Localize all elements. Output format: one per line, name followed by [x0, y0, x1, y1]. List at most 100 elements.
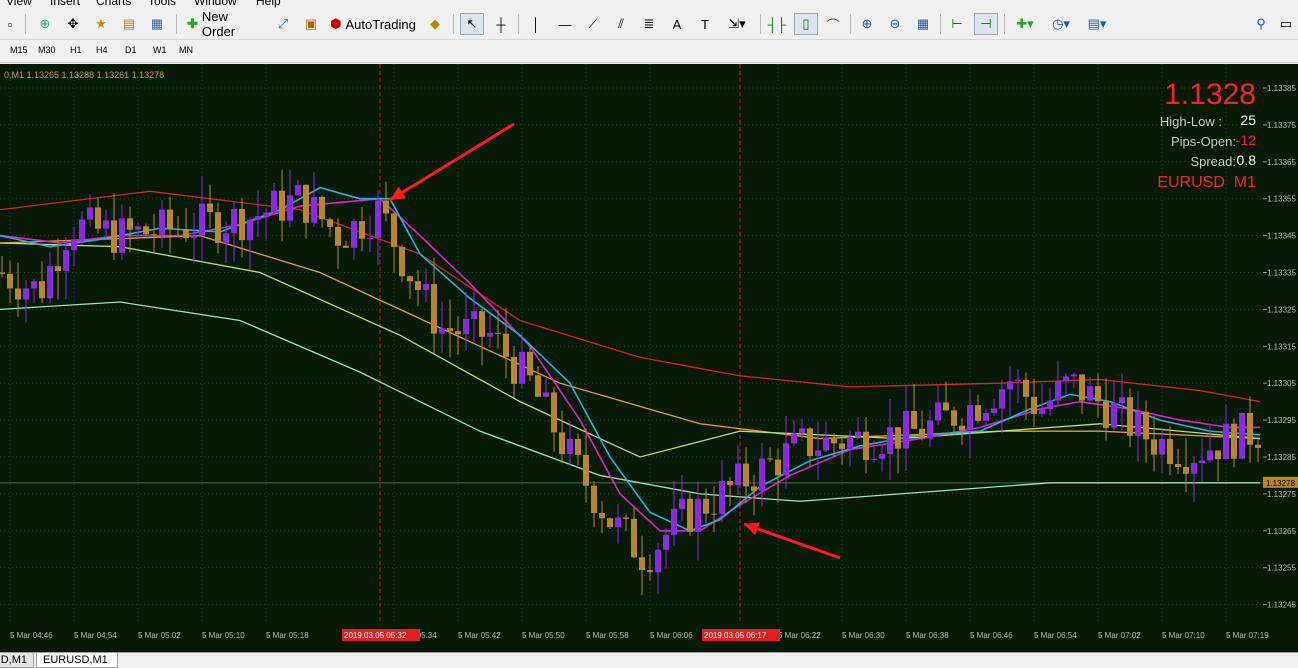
trendline-icon[interactable]: ⟋	[582, 13, 604, 35]
vertical-line-icon[interactable]: │	[526, 13, 546, 35]
timeframe-m15[interactable]: M15	[10, 45, 28, 55]
maximize-icon[interactable]: ▭	[1276, 13, 1296, 35]
autotrading-button[interactable]: ⬢ AutoTrading	[326, 13, 420, 35]
autoscroll-icon[interactable]: ⊣	[974, 13, 998, 35]
menu-tools[interactable]: Tools	[148, 0, 176, 8]
pips-open-value: -12	[1235, 132, 1256, 148]
timeframe-m30[interactable]: M30	[38, 45, 56, 55]
candle-body	[23, 288, 29, 300]
timeframe-h4[interactable]: H4	[96, 45, 108, 55]
candle-body	[1079, 374, 1085, 401]
new-chart-icon[interactable]: ▫	[0, 13, 20, 35]
candle-body	[319, 196, 325, 220]
candle-body	[71, 239, 77, 251]
cursor-icon[interactable]: ↖	[460, 13, 484, 35]
candle-body	[743, 463, 749, 487]
metaeditor-icon[interactable]: ▣	[300, 13, 322, 35]
candle-body	[559, 432, 565, 455]
pips-open-label: Pips-Open:	[1170, 134, 1236, 149]
timeframes-toolbar: M15 M30 H1 H4 D1 W1 MN	[0, 41, 1298, 63]
candle-body	[671, 508, 677, 535]
navigator-icon[interactable]: ✥	[62, 13, 84, 35]
menu-view[interactable]: View	[6, 0, 32, 8]
timeframe-mn[interactable]: MN	[179, 45, 193, 55]
candlestick-icon[interactable]: ▯	[794, 13, 818, 35]
horizontal-line-icon[interactable]: —	[554, 13, 576, 35]
menu-help[interactable]: Help	[256, 0, 281, 8]
search-icon[interactable]: ⚲	[1250, 13, 1272, 35]
candle-body	[631, 518, 637, 558]
market-watch-icon[interactable]: ⊕	[34, 13, 56, 35]
candle-body	[975, 405, 981, 421]
menu-charts[interactable]: Charts	[96, 0, 131, 8]
candle-body	[503, 333, 509, 357]
time-tick-label: 5 Mar 05:50	[522, 631, 565, 640]
candle-body	[591, 485, 597, 514]
time-tick-label: 5 Mar 06:38	[906, 631, 949, 640]
candle-body	[207, 203, 213, 213]
new-order-button[interactable]: ✚ New Order	[182, 9, 266, 39]
standard-toolbar: ▫ ⊕ ✥ ★ ▤ ▦ ✚ New Order ⤢ ▣ ⬢ AutoTradin…	[0, 8, 1298, 40]
periods-icon[interactable]: ◷▾	[1046, 13, 1076, 35]
candle-body	[383, 200, 389, 214]
candle-body	[903, 410, 909, 449]
bar-chart-icon[interactable]: ┤├	[766, 13, 788, 35]
channel-icon[interactable]: ⫽	[610, 13, 632, 35]
candle-body	[87, 207, 93, 220]
timeframe-w1[interactable]: W1	[153, 45, 167, 55]
chart-window[interactable]: 1.13385 1.13375 1.13365 1.13355 1.13345 1.133…	[0, 64, 1298, 652]
time-tick-label: 5 Mar 06:30	[842, 631, 885, 640]
toolbar-separator	[25, 14, 26, 34]
autotrading-label: AutoTrading	[345, 16, 416, 32]
price-chart[interactable]: 1.13385 1.13375 1.13365 1.13355 1.13345 1.133…	[0, 64, 1298, 652]
tab-eurusd-m1[interactable]: EURUSD,M1	[36, 653, 118, 668]
signals-icon[interactable]: ◆	[424, 13, 446, 35]
candle-body	[615, 517, 621, 528]
tab-chart-1[interactable]: D,M1	[0, 653, 34, 668]
spread-value: 0.8	[1236, 152, 1256, 168]
candle-body	[455, 331, 461, 335]
crosshair-icon[interactable]: ┼	[490, 13, 512, 35]
price-tick-label: 1.13355	[1267, 195, 1296, 204]
time-tick-label: 5 Mar 06:46	[970, 631, 1013, 640]
candle-body	[359, 221, 365, 239]
candle-body	[839, 443, 845, 450]
candle-body	[111, 220, 117, 253]
fibonacci-icon[interactable]: ≣	[638, 13, 660, 35]
candle-body	[15, 288, 21, 300]
candle-body	[0, 272, 5, 274]
tile-windows-icon[interactable]: ▦	[912, 13, 934, 35]
candle-body	[1191, 462, 1197, 474]
indicators-icon[interactable]: ✚▾	[1010, 13, 1040, 35]
candle-body	[335, 226, 341, 246]
zoom-out-icon[interactable]: ⊖	[884, 13, 906, 35]
timeframe-h1[interactable]: H1	[70, 45, 82, 55]
arrows-icon[interactable]: ⇲▾	[722, 13, 752, 35]
candle-body	[767, 458, 773, 460]
candle-body	[159, 209, 165, 235]
line-chart-icon[interactable]: ⌒	[822, 13, 844, 35]
templates-icon[interactable]: ▤▾	[1082, 13, 1112, 35]
candle-body	[239, 209, 245, 241]
candle-body	[1151, 439, 1157, 455]
folder-icon[interactable]: ▤	[118, 13, 140, 35]
chart-shift-icon[interactable]: ⊢	[946, 13, 968, 35]
new-order-label: New Order	[201, 9, 236, 39]
candle-body	[543, 392, 549, 397]
candle-body	[1231, 423, 1237, 459]
candle-body	[167, 209, 173, 229]
candle-body	[127, 218, 133, 230]
toolbar-separator	[453, 14, 454, 34]
expert-editor-icon[interactable]: ⤢	[272, 13, 294, 35]
timeframe-d1[interactable]: D1	[125, 45, 137, 55]
terminal-icon[interactable]: ▦	[146, 13, 168, 35]
menu-window[interactable]: Window	[194, 0, 237, 8]
text-label-icon[interactable]: T	[694, 13, 716, 35]
candle-body	[263, 212, 269, 217]
high-low-value: 25	[1240, 112, 1256, 128]
candle-body	[983, 412, 989, 421]
zoom-in-icon[interactable]: ⊕	[856, 13, 878, 35]
favorites-icon[interactable]: ★	[90, 13, 112, 35]
text-icon[interactable]: A	[666, 13, 688, 35]
menu-insert[interactable]: Insert	[50, 0, 80, 8]
